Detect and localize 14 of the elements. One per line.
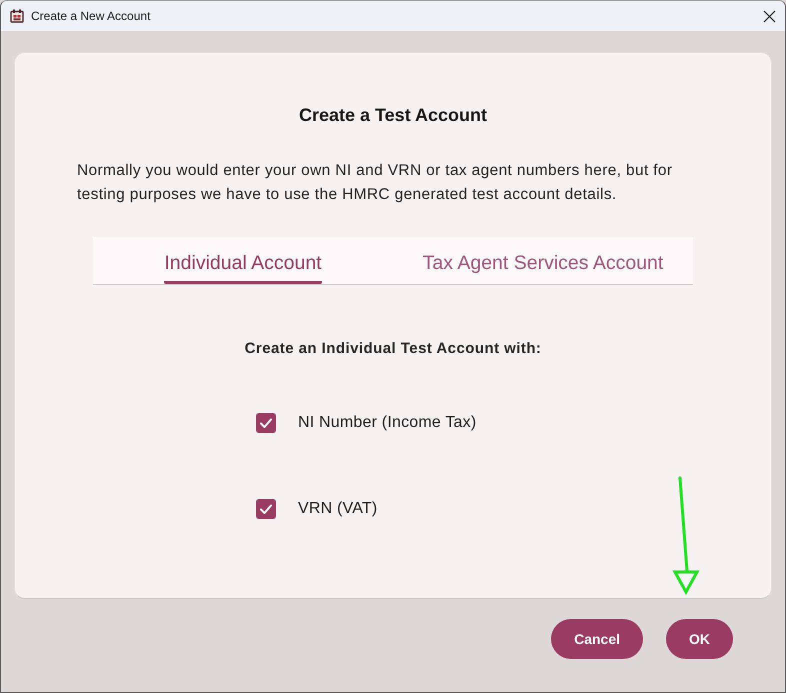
ok-button[interactable]: OK	[666, 619, 733, 659]
checkbox[interactable]	[256, 413, 276, 433]
cancel-button[interactable]: Cancel	[551, 619, 643, 659]
dialog-heading: Create a Test Account	[298, 104, 488, 127]
checkbox-label[interactable]: NI Number (Income Tax)	[298, 413, 476, 433]
tab[interactable]: Tax Agent Services Account	[422, 251, 664, 284]
close-icon[interactable]	[763, 10, 776, 22]
section-label: Create an Individual Test Account with:	[244, 339, 542, 359]
description-text: Normally you would enter your own NI and VRN or tax agent numbers here, but for testing purposes we have to use the HMRC generated test account details.	[77, 161, 674, 205]
checkbox[interactable]	[256, 499, 276, 519]
window-title: Create a New Account	[31, 9, 150, 23]
tab[interactable]: Individual Account	[164, 251, 322, 284]
calendar-icon	[10, 9, 24, 23]
checkbox-label[interactable]: VRN (VAT)	[298, 499, 378, 519]
